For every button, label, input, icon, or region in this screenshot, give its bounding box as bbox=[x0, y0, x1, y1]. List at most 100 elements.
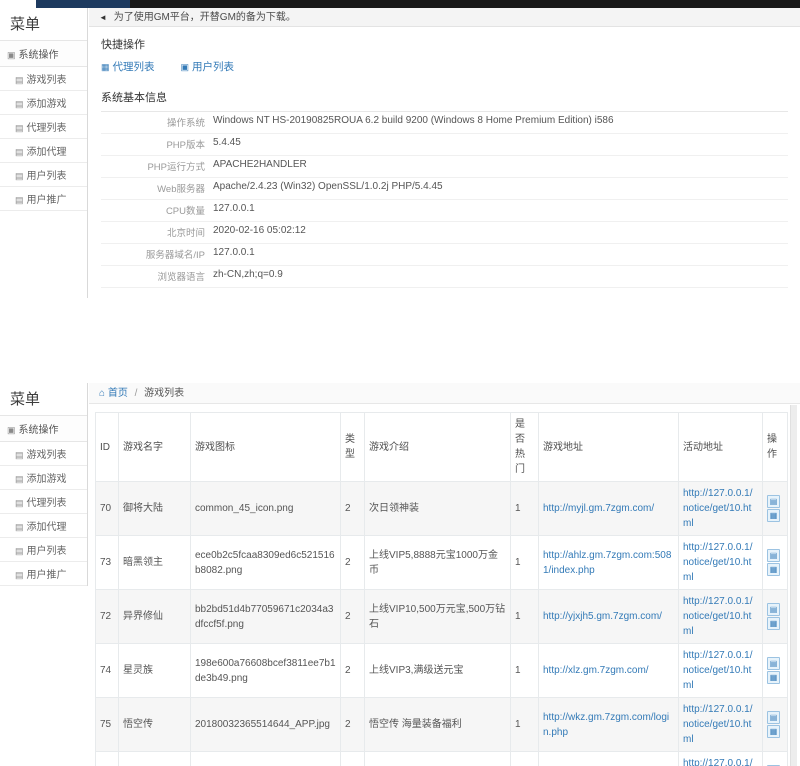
activity-url-link[interactable]: http://127.0.0.1/notice/get/10.html bbox=[683, 596, 753, 637]
sysinfo-row: PHP运行方式 APACHE2HANDLER bbox=[101, 156, 788, 178]
sidebar-item-label: 代理列表 bbox=[27, 123, 67, 134]
cell-game-url: http://ahlz.gm.7zgm.com:5081/index.php bbox=[539, 536, 679, 590]
menu-title: 菜单 bbox=[0, 383, 87, 415]
table-row: 75 悟空传 20180032365514644_APP.jpg 2 悟空传 海… bbox=[96, 698, 788, 752]
delete-game-button[interactable]: ▦ bbox=[767, 509, 780, 522]
quick-links: ▦代理列表 ▣用户列表 bbox=[101, 59, 788, 74]
sidebar-item[interactable]: ▤添加代理 bbox=[0, 514, 87, 538]
activity-url-link[interactable]: http://127.0.0.1/notice/get/10.html bbox=[683, 758, 753, 766]
sidebar-item[interactable]: ▤用户列表 bbox=[0, 538, 87, 562]
column-header[interactable]: 游戏图标 bbox=[191, 413, 341, 482]
sysinfo-value: 127.0.0.1 bbox=[213, 247, 255, 258]
cell-game-hot: 1 bbox=[511, 698, 539, 752]
cell-operations: ▤ ▦ bbox=[763, 644, 788, 698]
table-row: 72 异界修仙 bb2bd51d4b77059671c2034a3dfccf5f… bbox=[96, 590, 788, 644]
user-list-icon: ▣ bbox=[181, 62, 190, 72]
column-header[interactable]: ID bbox=[96, 413, 119, 482]
sidebar-item-label: 代理列表 bbox=[27, 498, 67, 509]
cell-activity-url: http://127.0.0.1/notice/get/10.html bbox=[679, 752, 763, 766]
sidebar-item[interactable]: ▤代理列表 bbox=[0, 490, 87, 514]
list-grid-icon: ▤ bbox=[15, 450, 24, 460]
activity-url-link[interactable]: http://127.0.0.1/notice/get/10.html bbox=[683, 488, 753, 529]
edit-icon: ▤ bbox=[770, 659, 778, 668]
sidebar-item-system-ops[interactable]: ▣系统操作 bbox=[0, 40, 87, 67]
game-url-link[interactable]: http://ahlz.gm.7zgm.com:5081/index.php bbox=[543, 550, 671, 576]
sidebar-item-label: 添加代理 bbox=[27, 147, 67, 158]
home-icon[interactable]: ⌂ bbox=[99, 388, 105, 399]
sidebar-item[interactable]: ▤添加代理 bbox=[0, 139, 87, 163]
sidebar-item[interactable]: ▤添加游戏 bbox=[0, 466, 87, 490]
cell-game-type: 2 bbox=[341, 536, 365, 590]
edit-icon: ▤ bbox=[770, 551, 778, 560]
edit-game-button[interactable]: ▤ bbox=[767, 711, 780, 724]
sysinfo-value: Windows NT HS-20190825ROUA 6.2 build 920… bbox=[213, 115, 614, 126]
cell-game-intro: 上线VIP10,500万元宝,500万钻石 bbox=[365, 590, 511, 644]
sysinfo-value: 5.4.45 bbox=[213, 137, 241, 148]
game-url-link[interactable]: http://xlz.gm.7zgm.com/ bbox=[543, 665, 649, 676]
sidebar-item[interactable]: ▤用户推广 bbox=[0, 562, 87, 586]
column-header[interactable]: 类型 bbox=[341, 413, 365, 482]
activity-url-link[interactable]: http://127.0.0.1/notice/get/10.html bbox=[683, 542, 753, 583]
sysinfo-label: PHP版本 bbox=[101, 137, 213, 151]
notice-text: 为了使用GM平台，开替GM的备为下载。 bbox=[114, 12, 296, 23]
cell-game-icon-filename: 20180032365514644_APP.jpg bbox=[191, 698, 341, 752]
cell-game-url: http://yjxjh5.gm.7zgm.com/ bbox=[539, 590, 679, 644]
column-header[interactable]: 游戏名字 bbox=[119, 413, 191, 482]
delete-game-button[interactable]: ▦ bbox=[767, 725, 780, 738]
game-url-link[interactable]: http://myjl.gm.7zgm.com/ bbox=[543, 503, 654, 514]
edit-game-button[interactable]: ▤ bbox=[767, 549, 780, 562]
game-list-panel: 菜单 ▣系统操作 ▤游戏列表 ▤添加游戏 ▤代理列表 bbox=[0, 383, 800, 766]
cell-game-url: http://myjl.gm.7zgm.com/ bbox=[539, 482, 679, 536]
sidebar-bottom: 菜单 ▣系统操作 ▤游戏列表 ▤添加游戏 ▤代理列表 bbox=[0, 383, 88, 586]
breadcrumb-home-link[interactable]: 首页 bbox=[108, 388, 128, 399]
sidebar-item[interactable]: ▤游戏列表 bbox=[0, 442, 87, 466]
edit-game-button[interactable]: ▤ bbox=[767, 657, 780, 670]
sidebar-item[interactable]: ▤用户列表 bbox=[0, 163, 87, 187]
game-url-link[interactable]: http://wkz.gm.7zgm.com/login.php bbox=[543, 712, 669, 738]
sysinfo-row: PHP版本 5.4.45 bbox=[101, 134, 788, 156]
dashboard-panel: 菜单 ▣系统操作 ▤游戏列表 ▤添加游戏 ▤代理列表 bbox=[0, 8, 800, 300]
sidebar-item-label: 用户推广 bbox=[27, 195, 67, 206]
activity-url-link[interactable]: http://127.0.0.1/notice/get/10.html bbox=[683, 650, 753, 691]
delete-game-button[interactable]: ▦ bbox=[767, 671, 780, 684]
vertical-scrollbar[interactable] bbox=[790, 405, 797, 766]
cell-game-name: 御将大陆 bbox=[119, 482, 191, 536]
sysinfo-title: 系统基本信息 bbox=[101, 89, 788, 112]
sidebar-item-system-ops[interactable]: ▣系统操作 bbox=[0, 415, 87, 442]
cell-operations: ▤ ▦ bbox=[763, 698, 788, 752]
quick-link-user-list[interactable]: ▣用户列表 bbox=[181, 59, 235, 74]
sidebar-item[interactable]: ▤添加游戏 bbox=[0, 91, 87, 115]
quick-ops-title: 快捷操作 bbox=[101, 36, 788, 52]
edit-game-button[interactable]: ▤ bbox=[767, 495, 780, 508]
delete-game-button[interactable]: ▦ bbox=[767, 617, 780, 630]
column-header[interactable]: 游戏地址 bbox=[539, 413, 679, 482]
browser-bar-fragment bbox=[130, 0, 800, 8]
column-header[interactable]: 是否热门 bbox=[511, 413, 539, 482]
delete-game-button[interactable]: ▦ bbox=[767, 563, 780, 576]
table-row: 70 御将大陆 common_45_icon.png 2 次日领神装 1 htt… bbox=[96, 482, 788, 536]
sidebar-item-label: 用户列表 bbox=[27, 546, 67, 557]
sysinfo-row: 服务器域名/IP 127.0.0.1 bbox=[101, 244, 788, 266]
sidebar-item[interactable]: ▤用户推广 bbox=[0, 187, 87, 211]
sysinfo-row: 北京时间 2020-02-16 05:02:12 bbox=[101, 222, 788, 244]
edit-icon: ▤ bbox=[770, 497, 778, 506]
game-url-link[interactable]: http://yjxjh5.gm.7zgm.com/ bbox=[543, 611, 662, 622]
sysinfo-label: 北京时间 bbox=[101, 225, 213, 239]
quick-link-label: 用户列表 bbox=[192, 61, 234, 73]
activity-url-link[interactable]: http://127.0.0.1/notice/get/10.html bbox=[683, 704, 753, 745]
edit-game-button[interactable]: ▤ bbox=[767, 603, 780, 616]
sidebar-item-label: 添加游戏 bbox=[27, 99, 67, 110]
sidebar-item[interactable]: ▤游戏列表 bbox=[0, 67, 87, 91]
column-header[interactable]: 活动地址 bbox=[679, 413, 763, 482]
quick-link-agent-list[interactable]: ▦代理列表 bbox=[101, 59, 155, 74]
cell-game-icon-filename: 198e600a76608bcef3811ee7b1de3b49.png bbox=[191, 644, 341, 698]
cell-activity-url: http://127.0.0.1/notice/get/10.html bbox=[679, 644, 763, 698]
cell-operations: ▤ ▦ bbox=[763, 482, 788, 536]
list-grid-icon: ▤ bbox=[15, 123, 24, 133]
cell-game-intro: 上线VIP5,8888元宝1000万金币 bbox=[365, 536, 511, 590]
column-header[interactable]: 游戏介绍 bbox=[365, 413, 511, 482]
sidebar-item[interactable]: ▤代理列表 bbox=[0, 115, 87, 139]
table-row: 76 海贼王 8b6fbba9c729078956563e939b908ff.p… bbox=[96, 752, 788, 766]
list-grid-icon: ▤ bbox=[15, 99, 24, 109]
column-header[interactable]: 操作 bbox=[763, 413, 788, 482]
